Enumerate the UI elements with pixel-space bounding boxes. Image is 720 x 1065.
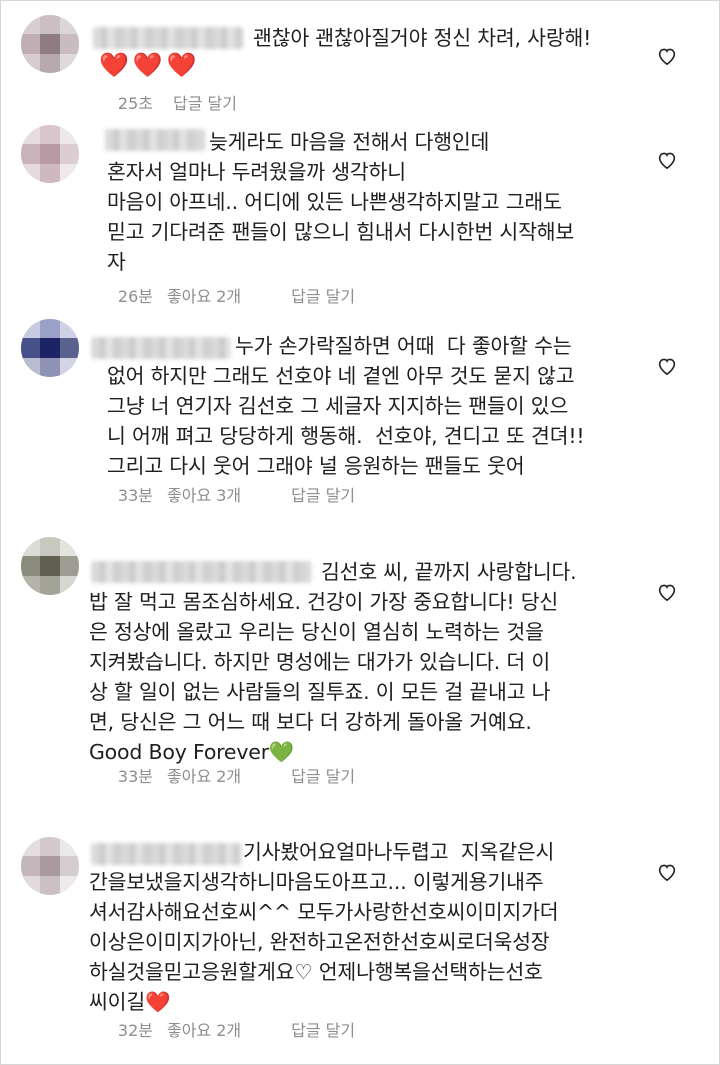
comment-meta: 26분 좋아요 2개 답글 달기 — [89, 287, 355, 307]
username-blurred[interactable] — [93, 27, 243, 49]
comment-item: 김선호 씨, 끝까지 사랑합니다. 밥 잘 먹고 몸조심하세요. 건강이 가장 … — [1, 537, 719, 827]
comment-time: 25초 — [117, 94, 153, 113]
red-heart-icon: ❤️ — [99, 51, 129, 79]
heart-outline-icon[interactable] — [654, 859, 680, 885]
avatar[interactable] — [21, 837, 79, 895]
comment-meta: 32분 좋아요 2개 답글 달기 — [89, 1021, 355, 1041]
comment-text: 기사봤어요얼마나두렵고 지옥같은시 간을보냈을지생각하니마음도아프고... 이렇… — [89, 840, 559, 1014]
likes-count[interactable]: 좋아요 2개 — [167, 767, 241, 787]
likes-count[interactable]: 좋아요 3개 — [167, 486, 241, 506]
red-heart-icon: ❤️ — [166, 51, 197, 79]
avatar[interactable] — [21, 537, 79, 595]
comment-item: 누가 손가락질하면 어때 다 좋아할 수는 없어 하지만 그래도 선호야 네 곁… — [1, 319, 719, 519]
comment-meta: 33분 좋아요 2개 답글 달기 — [89, 767, 355, 787]
likes-count[interactable]: 좋아요 2개 — [167, 1021, 241, 1041]
heart-outline-icon[interactable] — [654, 579, 680, 605]
comment-meta: 25초 답글 달기 — [89, 94, 237, 114]
reply-button[interactable]: 답글 달기 — [173, 94, 237, 114]
comment-meta: 33분 좋아요 3개 답글 달기 — [89, 486, 355, 506]
heart-outline-icon[interactable] — [654, 43, 680, 69]
avatar[interactable] — [21, 125, 79, 183]
comment-time: 33분 — [117, 767, 153, 786]
likes-count[interactable]: 좋아요 2개 — [167, 287, 241, 307]
heart-outline-icon[interactable] — [654, 147, 680, 173]
comment-text: 누가 손가락질하면 어때 다 좋아할 수는 없어 하지만 그래도 선호야 네 곁… — [107, 334, 585, 478]
avatar[interactable] — [21, 319, 79, 377]
avatar[interactable] — [21, 15, 79, 73]
comment-time: 26분 — [117, 287, 153, 306]
comment-time: 32분 — [117, 1021, 153, 1040]
comment-item: 기사봤어요얼마나두렵고 지옥같은시 간을보냈을지생각하니마음도아프고... 이렇… — [1, 837, 719, 1064]
comment-text: 늦게라도 마음을 전해서 다행인데 혼자서 얼마나 두려웠을까 생각하니 마음이… — [107, 130, 575, 274]
comment-text: 괜찮아 괜찮아질거야 정신 차려, 사랑해! — [253, 26, 592, 50]
heart-outline-icon[interactable] — [654, 353, 680, 379]
comment-list: 괜찮아 괜찮아질거야 정신 차려, 사랑해! ❤️ ❤️ ❤️ 25초 답글 달… — [0, 0, 720, 1065]
comment-text: 김선호 씨, 끝까지 사랑합니다. 밥 잘 먹고 몸조심하세요. 건강이 가장 … — [89, 560, 577, 764]
reply-button[interactable]: 답글 달기 — [291, 287, 355, 307]
reply-button[interactable]: 답글 달기 — [291, 767, 355, 787]
emoji-row: ❤️ ❤️ ❤️ — [99, 51, 197, 79]
comment-time: 33분 — [117, 486, 153, 505]
red-heart-icon: ❤️ — [132, 51, 163, 79]
reply-button[interactable]: 답글 달기 — [291, 486, 355, 506]
reply-button[interactable]: 답글 달기 — [291, 1021, 355, 1041]
comment-item: 괜찮아 괜찮아질거야 정신 차려, 사랑해! ❤️ ❤️ ❤️ 25초 답글 달… — [1, 1, 719, 119]
comment-item: 늦게라도 마음을 전해서 다행인데 혼자서 얼마나 두려웠을까 생각하니 마음이… — [1, 119, 719, 319]
